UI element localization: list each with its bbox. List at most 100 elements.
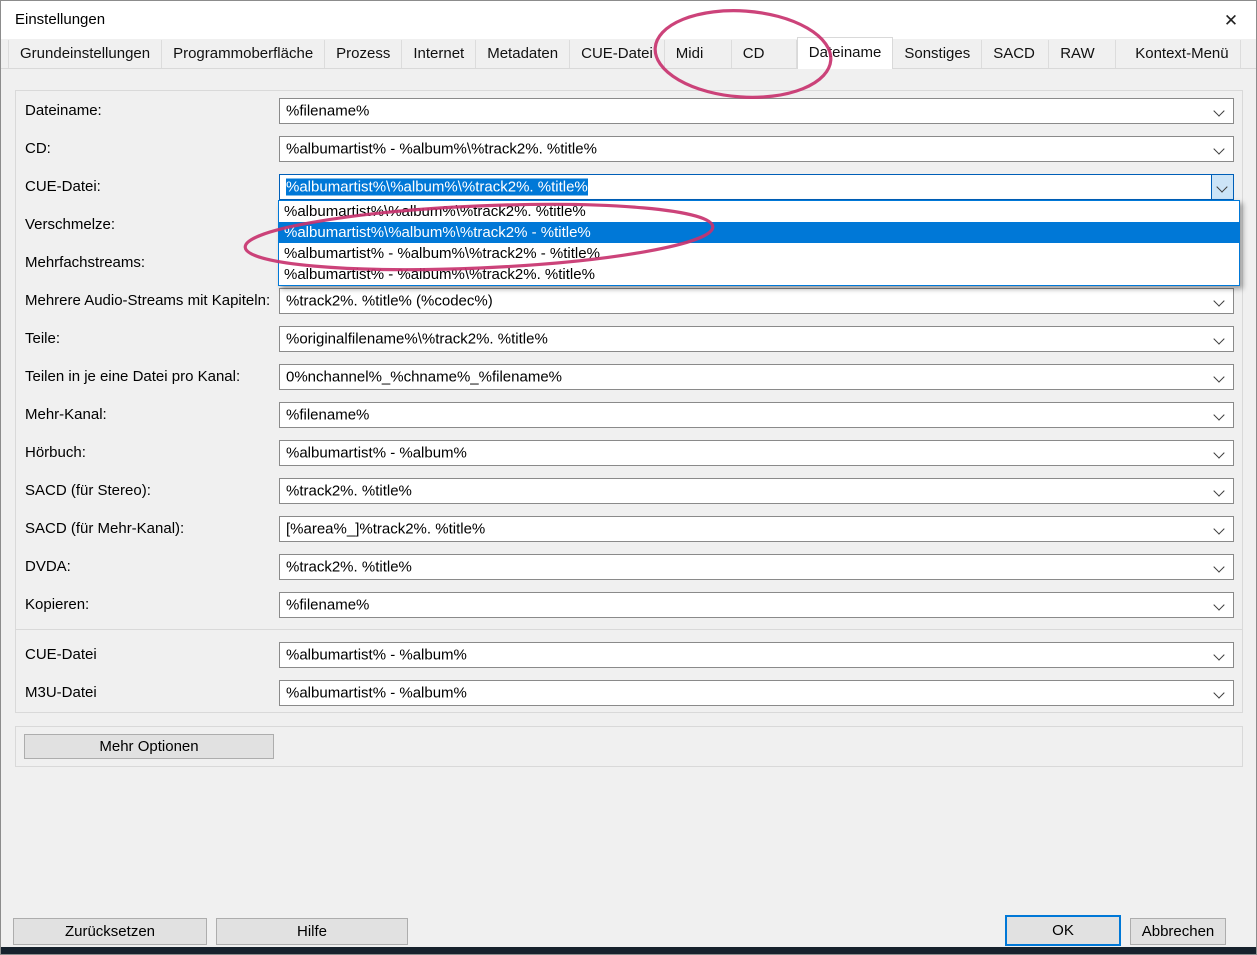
mehr-kanal-combobox[interactable]: %filename% — [279, 402, 1234, 428]
reset-button[interactable]: Zurücksetzen — [13, 918, 207, 945]
window-title: Einstellungen — [15, 11, 105, 28]
tab-grundeinstellungen[interactable]: Grundeinstellungen — [8, 40, 162, 68]
dropdown-option[interactable]: %albumartist% - %album%\%track2%. %title… — [279, 264, 1239, 285]
form-row-dvda: DVDA: %track2%. %title% — [1, 554, 1256, 580]
cancel-button[interactable]: Abbrechen — [1130, 918, 1226, 945]
combobox-value: %albumartist% - %album%\%track2%. %title… — [286, 141, 597, 158]
combobox-selected-value: %albumartist%\%album%\%track2%. %title% — [286, 179, 588, 196]
field-label: CUE-Datei: — [25, 174, 101, 200]
chevron-down-icon — [1213, 687, 1224, 698]
dateiname-combobox[interactable]: %filename% — [279, 98, 1234, 124]
tab-sonstiges[interactable]: Sonstiges — [893, 40, 982, 68]
hoerbuch-combobox[interactable]: %albumartist% - %album% — [279, 440, 1234, 466]
tab-internet[interactable]: Internet — [402, 40, 476, 68]
cue-datei-combobox-focused[interactable]: %albumartist%\%album%\%track2%. %title% — [279, 174, 1234, 200]
form-row-sacd-stereo: SACD (für Stereo): %track2%. %title% — [1, 478, 1256, 504]
close-icon: ✕ — [1224, 12, 1238, 29]
help-button[interactable]: Hilfe — [216, 918, 408, 945]
dropdown-option[interactable]: %albumartist%\%album%\%track2%. %title% — [279, 201, 1239, 222]
sacd-mehr-kanal-combobox[interactable]: [%area%_]%track2%. %title% — [279, 516, 1234, 542]
dvda-combobox[interactable]: %track2%. %title% — [279, 554, 1234, 580]
section-divider — [16, 629, 1242, 630]
chevron-down-icon — [1213, 561, 1224, 572]
chevron-down-icon — [1213, 523, 1224, 534]
combobox-value: %albumartist% - %album% — [286, 647, 467, 664]
field-label: Dateiname: — [25, 98, 102, 124]
ok-button[interactable]: OK — [1005, 915, 1121, 946]
chevron-down-icon — [1213, 649, 1224, 660]
tab-kontext-menue[interactable]: Kontext-Menü — [1124, 40, 1240, 68]
chevron-down-icon — [1213, 371, 1224, 382]
field-label: CD: — [25, 136, 51, 162]
field-label: Kopieren: — [25, 592, 89, 618]
chevron-down-icon — [1213, 409, 1224, 420]
form-row-kopieren: Kopieren: %filename% — [1, 592, 1256, 618]
tab-prozess[interactable]: Prozess — [325, 40, 402, 68]
tab-metadaten[interactable]: Metadaten — [476, 40, 570, 68]
field-label: Mehrere Audio-Streams mit Kapiteln: — [25, 288, 270, 314]
title-bar: Einstellungen ✕ — [1, 1, 1256, 39]
close-button[interactable]: ✕ — [1216, 6, 1246, 34]
combobox-value: %originalfilename%\%track2%. %title% — [286, 331, 548, 348]
form-row-teilen-pro-kanal: Teilen in je eine Datei pro Kanal: 0%nch… — [1, 364, 1256, 390]
tab-raw[interactable]: RAW — [1049, 40, 1116, 68]
chevron-down-icon — [1213, 333, 1224, 344]
window-bottom-edge — [1, 947, 1256, 954]
form-row-teile: Teile: %originalfilename%\%track2%. %tit… — [1, 326, 1256, 352]
m3u-datei-combobox[interactable]: %albumartist% - %album% — [279, 680, 1234, 706]
field-label: Mehr-Kanal: — [25, 402, 107, 428]
field-label: M3U-Datei — [25, 680, 97, 706]
dropdown-option-selected[interactable]: %albumartist%\%album%\%track2% - %title% — [279, 222, 1239, 243]
form-row-cue-datei-2: CUE-Datei %albumartist% - %album% — [1, 642, 1256, 668]
form-row-hoerbuch: Hörbuch: %albumartist% - %album% — [1, 440, 1256, 466]
combobox-value: %albumartist% - %album% — [286, 445, 467, 462]
form-row-mehrere-audio-streams: Mehrere Audio-Streams mit Kapiteln: %tra… — [1, 288, 1256, 314]
field-label: Hörbuch: — [25, 440, 86, 466]
form-row-mehr-kanal: Mehr-Kanal: %filename% — [1, 402, 1256, 428]
chevron-down-icon — [1213, 599, 1224, 610]
field-label: Mehrfachstreams: — [25, 250, 145, 276]
form-row-cd: CD: %albumartist% - %album%\%track2%. %t… — [1, 136, 1256, 162]
field-label: CUE-Datei — [25, 642, 97, 668]
field-label: SACD (für Mehr-Kanal): — [25, 516, 184, 542]
tab-programmoberflaeche[interactable]: Programmoberfläche — [162, 40, 325, 68]
mehrere-audio-streams-combobox[interactable]: %track2%. %title% (%codec%) — [279, 288, 1234, 314]
settings-dialog: Einstellungen ✕ Grundeinstellungen Progr… — [0, 0, 1257, 955]
chevron-down-icon — [1213, 105, 1224, 116]
tab-sacd[interactable]: SACD — [982, 40, 1049, 68]
combobox-value: %track2%. %title% — [286, 483, 412, 500]
field-label: Teilen in je eine Datei pro Kanal: — [25, 364, 240, 390]
more-options-button[interactable]: Mehr Optionen — [24, 734, 274, 759]
field-label: Verschmelze: — [25, 212, 115, 238]
chevron-down-icon — [1213, 295, 1224, 306]
form-row-dateiname: Dateiname: %filename% — [1, 98, 1256, 124]
chevron-down-icon — [1213, 143, 1224, 154]
sacd-stereo-combobox[interactable]: %track2%. %title% — [279, 478, 1234, 504]
combobox-value: %filename% — [286, 407, 369, 424]
tab-cue-datei[interactable]: CUE-Datei — [570, 40, 665, 68]
form-row-m3u-datei: M3U-Datei %albumartist% - %album% — [1, 680, 1256, 706]
combobox-value: %albumartist% - %album% — [286, 685, 467, 702]
kopieren-combobox[interactable]: %filename% — [279, 592, 1234, 618]
teile-combobox[interactable]: %originalfilename%\%track2%. %title% — [279, 326, 1234, 352]
form-row-cue-datei: CUE-Datei: %albumartist%\%album%\%track2… — [1, 174, 1256, 200]
field-label: Teile: — [25, 326, 60, 352]
combobox-value: %filename% — [286, 597, 369, 614]
chevron-down-icon — [1213, 447, 1224, 458]
combobox-value: %track2%. %title% (%codec%) — [286, 293, 493, 310]
tab-dateiname[interactable]: Dateiname — [797, 37, 894, 69]
tab-cd[interactable]: CD — [732, 40, 797, 68]
field-label: SACD (für Stereo): — [25, 478, 151, 504]
combobox-value: [%area%_]%track2%. %title% — [286, 521, 485, 538]
form-row-sacd-mehr-kanal: SACD (für Mehr-Kanal): [%area%_]%track2%… — [1, 516, 1256, 542]
combobox-dropdown-list: %albumartist%\%album%\%track2%. %title% … — [278, 200, 1240, 286]
tab-bar: Grundeinstellungen Programmoberfläche Pr… — [1, 39, 1256, 69]
chevron-down-icon — [1213, 485, 1224, 496]
teilen-pro-kanal-combobox[interactable]: 0%nchannel%_%chname%_%filename% — [279, 364, 1234, 390]
combobox-value: 0%nchannel%_%chname%_%filename% — [286, 369, 562, 386]
combobox-value: %track2%. %title% — [286, 559, 412, 576]
dropdown-option[interactable]: %albumartist% - %album%\%track2% - %titl… — [279, 243, 1239, 264]
cd-combobox[interactable]: %albumartist% - %album%\%track2%. %title… — [279, 136, 1234, 162]
cue-datei-playlist-combobox[interactable]: %albumartist% - %album% — [279, 642, 1234, 668]
tab-midi[interactable]: Midi — [665, 40, 732, 68]
